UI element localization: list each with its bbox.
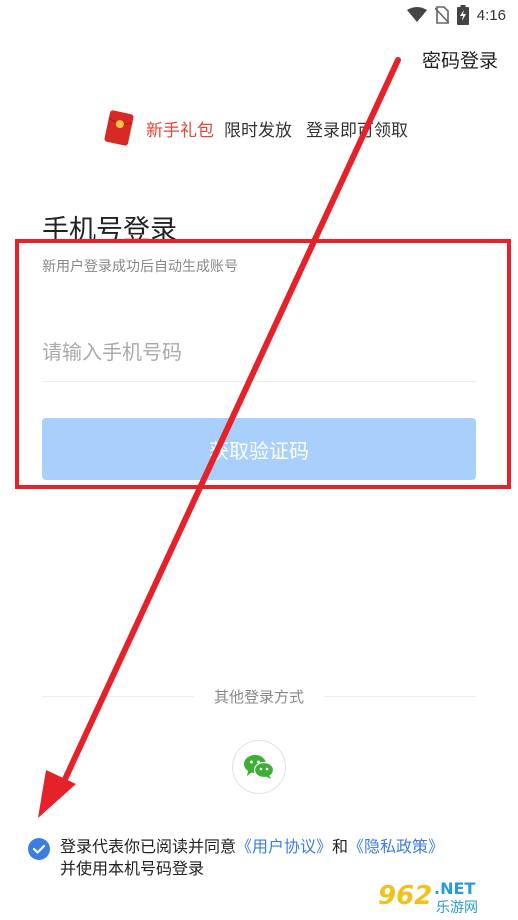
privacy-policy-link[interactable]: 《隐私政策》 (348, 837, 444, 856)
divider-line-right (324, 695, 477, 697)
agreement-suffix: 并使用本机号码登录 (60, 859, 205, 878)
status-time: 4:16 (476, 6, 506, 24)
agreement-prefix: 登录代表你已阅读并同意 (60, 837, 237, 856)
user-agreement-link[interactable]: 《用户协议》 (236, 837, 332, 856)
red-envelope-icon (104, 110, 134, 146)
battery-charging-icon (456, 5, 469, 25)
other-login-label: 其他登录方式 (214, 687, 305, 706)
annotation-arrowhead (38, 770, 76, 818)
status-icons: 4:16 (406, 5, 506, 25)
gift-label: 新手礼包 (146, 120, 214, 141)
watermark-number: 962 (378, 881, 432, 911)
password-login-link[interactable]: 密码登录 (422, 46, 498, 73)
other-login-divider: 其他登录方式 (42, 686, 477, 706)
status-bar: 4:16 (0, 0, 518, 30)
wechat-icon (244, 755, 275, 779)
watermark-site: 乐游网 (436, 900, 478, 916)
limited-label: 限时发放 (224, 120, 292, 141)
wechat-login-button[interactable] (232, 740, 286, 794)
annotation-highlight-box (15, 239, 511, 489)
agreement-and: 和 (332, 837, 349, 856)
watermark-logo: 962 .NET 乐游网 (372, 874, 512, 916)
no-sim-icon (434, 6, 449, 24)
divider-line-left (42, 695, 194, 697)
wifi-icon (406, 7, 427, 22)
watermark-net: .NET (434, 879, 475, 898)
agreement-checkbox[interactable] (28, 838, 50, 860)
promo-banner: 新手礼包 限时发放 登录即可领取 (104, 110, 408, 146)
claim-label: 登录即可领取 (306, 120, 408, 141)
